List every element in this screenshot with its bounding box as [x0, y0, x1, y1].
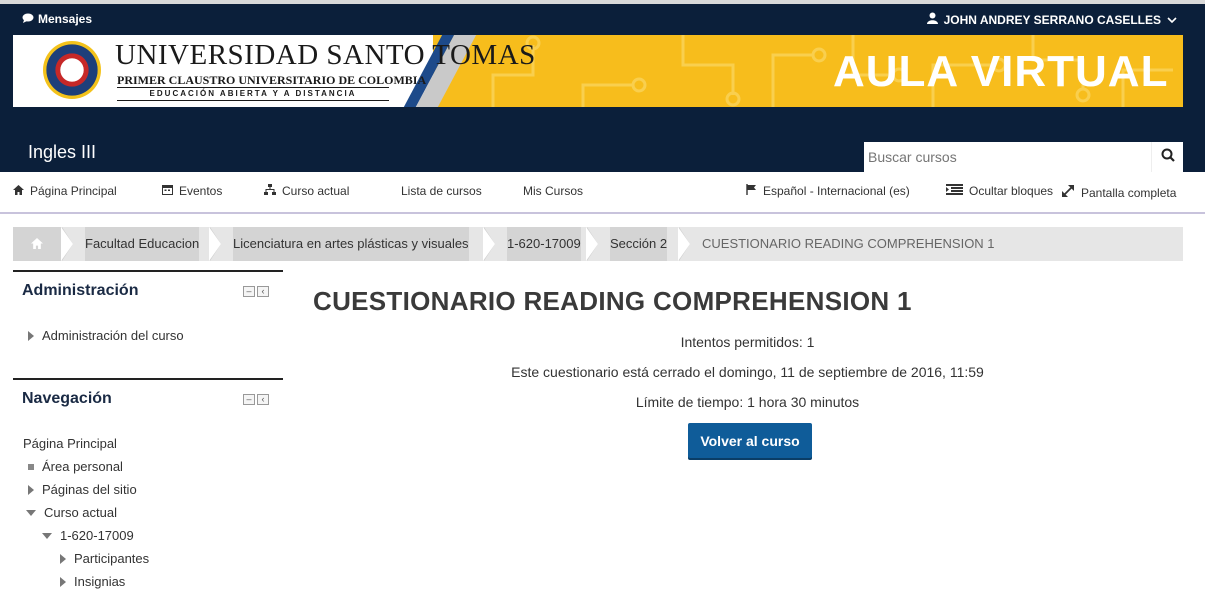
tree-item-label: Curso actual [44, 505, 117, 520]
nav-current-course-label: Curso actual [282, 184, 350, 198]
tree-item-label: Página Principal [23, 436, 117, 451]
university-seal-logo [43, 41, 101, 99]
breadcrumb-item-course[interactable]: 1-620-17009 [507, 227, 581, 261]
time-limit: Límite de tiempo: 1 hora 30 minutos [635, 394, 860, 410]
tree-item-label: Páginas del sitio [42, 482, 137, 497]
tree-item-label: Administración del curso [42, 328, 184, 343]
tree-item-participants[interactable]: Participantes [60, 551, 149, 566]
nav-events[interactable]: Eventos [162, 184, 222, 198]
user-name: JOHN ANDREY SERRANO CASELLES [943, 12, 1161, 27]
quiz-closed-notice: Este cuestionario está cerrado el doming… [511, 364, 984, 380]
expand-arrow-icon [28, 484, 34, 495]
tree-item-course-admin[interactable]: Administración del curso [28, 328, 184, 343]
main-nav: Página Principal Eventos Curso actual Li… [0, 172, 1205, 214]
calendar-icon [162, 184, 173, 198]
university-banner: UNIVERSIDAD SANTO TOMAS PRIMER CLAUSTRO … [13, 35, 1183, 107]
expand-arrow-icon [60, 576, 66, 587]
nav-home-label: Página Principal [30, 184, 117, 198]
chevron-down-icon [1167, 13, 1177, 27]
tree-item-label: Insignias [74, 574, 126, 589]
nav-language-label: Español - Internacional (es) [763, 184, 910, 198]
home-icon [31, 236, 43, 251]
messages-link[interactable]: Mensajes [22, 12, 92, 26]
block-controls: – ‹ [243, 394, 269, 405]
dock-icon[interactable]: ‹ [257, 286, 269, 297]
tree-item-label: Área personal [42, 459, 123, 474]
navigation-block: Navegación – ‹ Página Principal Área per… [13, 378, 283, 599]
top-bar: Mensajes JOHN ANDREY SERRANO CASELLES [0, 0, 1205, 35]
nav-fullscreen-label: Pantalla completa [1081, 185, 1177, 200]
collapse-arrow-icon [42, 532, 52, 539]
navigation-block-title: Navegación [22, 390, 112, 407]
block-controls: – ‹ [243, 286, 269, 297]
collapse-arrow-icon [26, 509, 36, 516]
tree-item-home[interactable]: Página Principal [23, 436, 117, 451]
breadcrumb-current: CUESTIONARIO READING COMPREHENSION 1 [702, 236, 995, 251]
user-icon [926, 12, 938, 27]
breadcrumb: Facultad Educacion Licenciatura en artes… [13, 227, 1183, 261]
search-button[interactable] [1151, 142, 1183, 172]
admin-block: Administración – ‹ Administración del cu… [13, 270, 283, 380]
messages-label: Mensajes [38, 12, 93, 26]
list-indent-icon [946, 184, 963, 198]
university-subtitle: PRIMER CLAUSTRO UNIVERSITARIO DE COLOMBI… [117, 73, 427, 87]
nav-home[interactable]: Página Principal [13, 184, 117, 198]
expand-arrow-icon [60, 553, 66, 564]
search-icon [1161, 148, 1175, 167]
university-tagline: EDUCACIÓN ABIERTA Y A DISTANCIA [117, 87, 389, 101]
minimize-icon[interactable]: – [243, 286, 255, 297]
breadcrumb-item-program[interactable]: Licenciatura en artes plásticas y visual… [233, 227, 469, 261]
breadcrumb-home[interactable] [13, 227, 61, 261]
expand-arrow-icon [28, 330, 34, 341]
flag-icon [746, 184, 757, 198]
breadcrumb-item-faculty[interactable]: Facultad Educacion [85, 227, 200, 261]
nav-my-courses-label: Mis Cursos [523, 184, 584, 198]
back-to-course-button[interactable]: Volver al curso [688, 423, 812, 458]
course-search [864, 142, 1183, 172]
nav-events-label: Eventos [179, 184, 223, 198]
page-title: CUESTIONARIO READING COMPREHENSION 1 [313, 286, 912, 316]
nav-course-list-label: Lista de cursos [401, 184, 482, 198]
tree-item-personal-area[interactable]: Área personal [28, 459, 123, 474]
nav-hide-blocks-label: Ocultar bloques [969, 184, 1054, 198]
nav-current-course[interactable]: Curso actual [264, 184, 349, 198]
course-title[interactable]: Ingles III [28, 142, 96, 163]
breadcrumb-item-section[interactable]: Sección 2 [610, 227, 668, 261]
page-header: UNIVERSIDAD SANTO TOMAS PRIMER CLAUSTRO … [0, 35, 1205, 172]
nav-course-list[interactable]: Lista de cursos [401, 184, 482, 198]
expand-icon [1061, 184, 1075, 201]
attempts-allowed: Intentos permitidos: 1 [680, 334, 815, 350]
tree-item-badges[interactable]: Insignias [60, 574, 125, 589]
search-input[interactable] [864, 142, 1151, 172]
sitemap-icon [264, 184, 276, 198]
minimize-icon[interactable]: – [243, 394, 255, 405]
bullet-icon [28, 463, 34, 470]
tree-item-course-code[interactable]: 1-620-17009 [42, 528, 134, 543]
home-icon [13, 184, 24, 198]
nav-hide-blocks[interactable]: Ocultar bloques [946, 184, 1053, 198]
user-menu[interactable]: JOHN ANDREY SERRANO CASELLES [926, 12, 1177, 27]
nav-my-courses[interactable]: Mis Cursos [523, 184, 583, 198]
tree-item-site-pages[interactable]: Páginas del sitio [28, 482, 137, 497]
dock-icon[interactable]: ‹ [257, 394, 269, 405]
tree-item-label: 1-620-17009 [60, 528, 134, 543]
tree-item-label: Participantes [74, 551, 150, 566]
tree-item-current-course[interactable]: Curso actual [26, 505, 117, 520]
admin-block-title: Administración [22, 282, 139, 299]
university-name: UNIVERSIDAD SANTO TOMAS [115, 39, 536, 71]
nav-fullscreen[interactable]: Pantalla completa [1061, 184, 1176, 201]
nav-language[interactable]: Español - Internacional (es) [746, 184, 910, 198]
chat-icon [22, 12, 34, 26]
platform-title: AULA VIRTUAL [833, 47, 1169, 96]
